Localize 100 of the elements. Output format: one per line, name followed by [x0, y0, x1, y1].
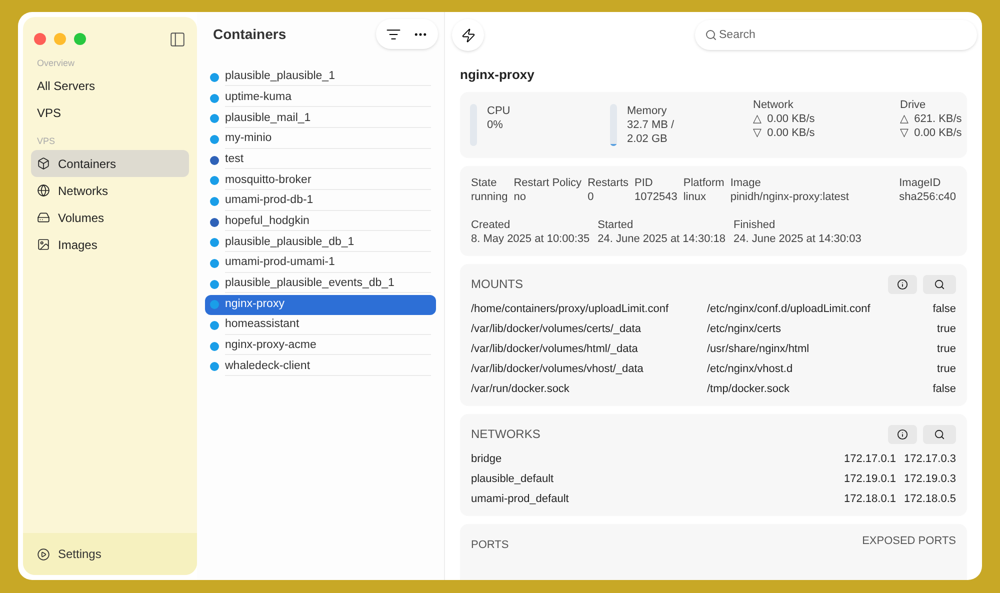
table-cell-text: /etc/nginx/vhost.d	[707, 362, 794, 378]
stat-label: CPU	[487, 104, 510, 118]
container-row[interactable]: plausible_plausible_db_1	[205, 232, 436, 254]
search-button[interactable]	[923, 424, 956, 444]
field-value: no	[514, 190, 527, 204]
image-icon	[37, 238, 50, 251]
table-cell-text: /var/lib/docker/volumes/vhost/_data	[471, 362, 644, 378]
stat-value: 0%	[487, 118, 504, 132]
container-row[interactable]: hopeful_hodgkin	[205, 212, 436, 232]
search-icon	[934, 428, 945, 440]
container-row[interactable]: uptime-kuma	[205, 88, 436, 108]
section-title: NETWORKS	[471, 426, 540, 443]
section-title: MOUNTS	[471, 276, 523, 293]
field-value: 0	[588, 190, 595, 204]
table-cell-text: /etc/nginx/conf.d/uploadLimit.conf	[707, 302, 872, 318]
info-button[interactable]	[888, 424, 917, 444]
sidebar-item[interactable]: All Servers	[31, 72, 189, 100]
info-icon	[897, 428, 908, 440]
field-value: 8. May 2025 at 10:00:35	[471, 232, 590, 246]
field-value: pinidh/nginx-proxy:latest	[730, 190, 850, 204]
field-label: Image	[730, 176, 762, 190]
container-row[interactable]: test	[205, 150, 436, 170]
table-cell-text: 172.19.0.3	[904, 472, 956, 488]
stat-label: Drive	[900, 98, 927, 112]
sidebar-item[interactable]: Volumes	[31, 204, 189, 231]
table-cell-text: 172.18.0.1	[844, 492, 896, 508]
globe-icon	[37, 184, 50, 197]
stat-value: 2.02 GB	[627, 132, 668, 146]
sidebar-item[interactable]: VPS	[31, 100, 189, 126]
table-cell-text: plausible_default	[471, 472, 555, 488]
section-title: PORTS	[471, 538, 509, 552]
field-value: 24. June 2025 at 14:30:18	[598, 232, 726, 246]
search-button[interactable]	[923, 274, 956, 294]
quick-action-button[interactable]	[452, 19, 484, 51]
upload-rate: △ 621. KB/s	[900, 112, 962, 126]
box-icon	[37, 157, 50, 170]
stat-label: Network	[753, 98, 794, 112]
container-row[interactable]: plausible_plausible_events_db_1	[205, 274, 436, 295]
table-cell-text: false	[932, 302, 956, 318]
list-title: Containers	[213, 24, 286, 44]
field-label: State	[471, 176, 498, 190]
table-cell-text: 172.17.0.3	[904, 452, 956, 468]
table-cell-text: bridge	[471, 452, 503, 468]
sidebar-section-title: Overview	[36, 57, 76, 70]
container-row[interactable]: nginx-proxy-acme	[205, 336, 436, 357]
table-cell-text: /etc/nginx/certs	[707, 322, 782, 338]
table-cell-text: true	[937, 362, 956, 378]
sidebar-section-title: VPS	[36, 134, 56, 148]
info-icon	[897, 278, 908, 290]
stat-label: Memory	[627, 104, 668, 118]
field-label: Restarts	[588, 176, 629, 190]
container-row[interactable]: plausible_plausible_1	[205, 67, 436, 88]
upload-rate: △ 0.00 KB/s	[753, 112, 816, 126]
container-row[interactable]: my-minio	[205, 129, 436, 150]
download-rate: ▽ 0.00 KB/s	[753, 126, 816, 140]
field-label: Restart Policy	[514, 176, 582, 190]
container-row[interactable]: umami-prod-db-1	[205, 191, 436, 212]
table-cell-text: false	[932, 382, 956, 398]
table-cell-text: true	[937, 322, 956, 338]
sidebar-item[interactable]: Images	[31, 231, 189, 258]
table-cell-text: umami-prod_default	[471, 492, 570, 508]
stat-value: 32.7 MB /	[627, 118, 674, 132]
field-label: Finished	[734, 218, 776, 232]
field-label: PID	[634, 176, 654, 190]
table-cell-text: 172.18.0.5	[904, 492, 956, 508]
container-row[interactable]: nginx-proxy	[205, 294, 436, 316]
table-cell-text: /usr/share/nginx/html	[707, 342, 810, 358]
field-label: Started	[598, 218, 634, 232]
table-cell-text: /var/lib/docker/volumes/certs/_data	[471, 322, 642, 338]
field-value: linux	[683, 190, 707, 204]
search-icon	[705, 29, 717, 41]
sidebar-toggle-icon[interactable]	[169, 30, 186, 48]
info-button[interactable]	[888, 274, 917, 294]
container-row[interactable]: umami-prod-umami-1	[205, 253, 436, 274]
field-label: Created	[471, 218, 512, 232]
section-title: EXPOSED PORTS	[862, 534, 956, 548]
search-icon	[934, 278, 945, 290]
settings-button[interactable]: Settings	[37, 545, 102, 563]
drive-icon	[37, 211, 50, 224]
table-cell-text: /var/lib/docker/volumes/html/_data	[471, 342, 639, 358]
table-cell-text: /home/containers/proxy/uploadLimit.conf	[471, 302, 670, 318]
container-row[interactable]: mosquitto-broker	[205, 170, 436, 192]
field-value: 1072543	[634, 190, 678, 204]
close-control[interactable]	[34, 33, 46, 45]
table-cell-text: /tmp/docker.sock	[707, 382, 791, 398]
container-row[interactable]: homeassistant	[205, 315, 436, 336]
lightning-icon	[460, 28, 476, 42]
field-label: ImageID	[899, 176, 942, 190]
search-field[interactable]: Search	[695, 20, 977, 50]
play-circle-icon	[37, 548, 50, 560]
table-cell-text: 172.19.0.1	[844, 472, 896, 488]
sidebar-item[interactable]: Containers	[31, 150, 189, 177]
sidebar-item[interactable]: Networks	[31, 177, 189, 204]
field-value: running	[471, 190, 508, 204]
container-row[interactable]: plausible_mail_1	[205, 108, 436, 130]
table-cell-text: /var/run/docker.sock	[471, 382, 570, 398]
table-cell-text: true	[937, 342, 956, 358]
container-row[interactable]: whaledeck-client	[205, 356, 436, 378]
filter-icon[interactable]	[386, 26, 401, 42]
download-rate: ▽ 0.00 KB/s	[900, 126, 962, 140]
